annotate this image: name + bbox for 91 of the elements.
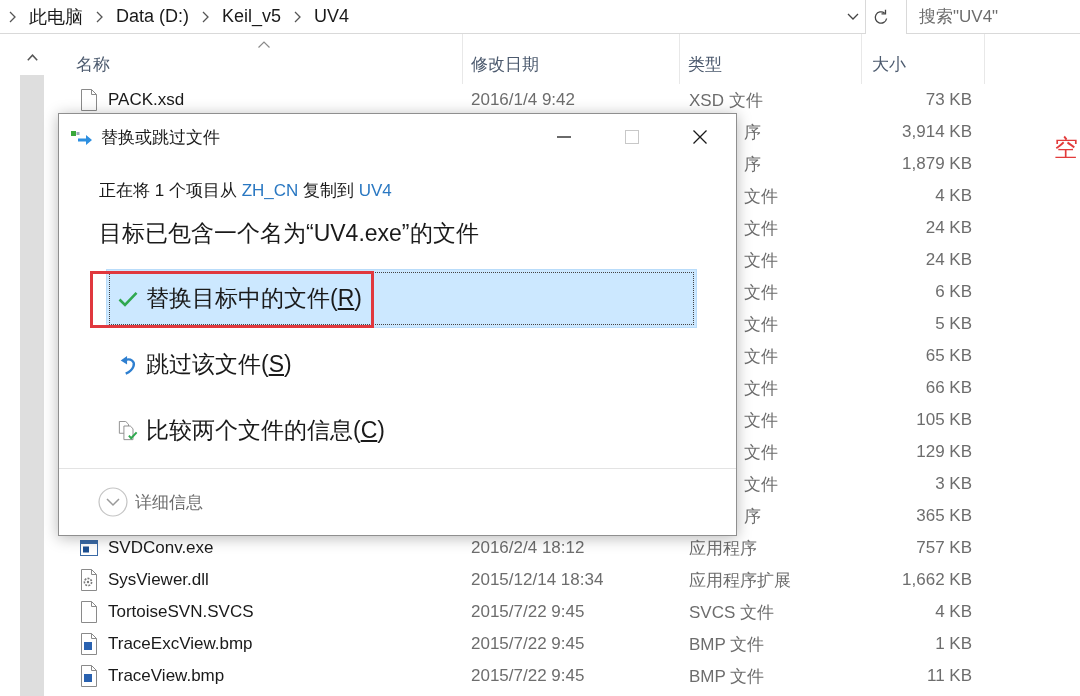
modified-date: 2016/2/4 18:12 (471, 538, 585, 558)
document-icon (80, 601, 98, 623)
file-name: SVDConv.exe (108, 538, 214, 558)
file-size: 66 KB (925, 378, 972, 398)
search-field[interactable]: 搜索"UV4" (906, 0, 1080, 34)
refresh-icon (873, 8, 889, 26)
file-type: 序 (744, 153, 761, 176)
file-size: 1,662 KB (902, 570, 972, 590)
file-type: 文件 (744, 377, 778, 400)
column-header[interactable]: 大小 (862, 34, 985, 84)
breadcrumb-item[interactable]: Data (D:) (113, 4, 192, 29)
breadcrumb-item[interactable]: 此电脑 (26, 2, 86, 31)
file-type: 序 (744, 121, 761, 144)
modified-date: 2015/7/22 9:45 (471, 666, 585, 686)
chevron-right-icon[interactable] (202, 10, 209, 23)
chevron-down-icon (847, 13, 859, 20)
file-size: 757 KB (916, 538, 972, 558)
annotation-text: 空 (1054, 133, 1078, 163)
file-size: 3,914 KB (902, 122, 972, 142)
file-type: 文件 (744, 409, 778, 432)
column-header[interactable]: 名称 (66, 34, 463, 84)
option-button[interactable]: 比较两个文件的信息(C) (106, 401, 697, 460)
column-header[interactable]: 修改日期 (463, 34, 680, 84)
chevron-right-icon[interactable] (294, 10, 302, 23)
chevron-circle-icon (98, 487, 128, 517)
file-type: 文件 (744, 185, 778, 208)
folder-link[interactable]: UV4 (358, 181, 392, 200)
file-type: 文件 (744, 281, 778, 304)
copy-progress-text: 正在将 1 个项目从 ZH_CN 复制到 UV4 (99, 181, 392, 201)
file-type: 文件 (744, 345, 778, 368)
minimize-icon (557, 136, 571, 138)
file-size: 4 KB (935, 602, 972, 622)
chevron-right-icon[interactable] (96, 10, 103, 23)
close-icon (693, 130, 707, 144)
folder-link[interactable]: ZH_CN (241, 181, 299, 200)
file-size: 3 KB (935, 474, 972, 494)
file-size: 73 KB (925, 90, 972, 110)
details-button[interactable]: 详细信息 (98, 487, 203, 517)
program-window-icon (80, 537, 98, 559)
file-type: XSD 文件 (689, 89, 763, 112)
file-name: SysViewer.dll (108, 570, 209, 590)
file-name: TraceView.bmp (108, 666, 225, 686)
file-size: 105 KB (916, 410, 972, 430)
modified-date: 2015/7/22 9:45 (471, 602, 585, 622)
breadcrumb-item[interactable]: UV4 (311, 4, 353, 29)
file-size: 5 KB (935, 314, 972, 334)
file-size: 4 KB (935, 186, 972, 206)
file-type: 文件 (744, 441, 778, 464)
file-name: PACK.xsd (108, 90, 185, 110)
modified-date: 2015/12/14 18:34 (471, 570, 604, 590)
image-document-icon (80, 665, 98, 687)
file-type: 序 (744, 505, 761, 528)
scrollbar-thumb[interactable] (20, 75, 44, 696)
documents-icon (118, 420, 138, 441)
copy-arrow-icon (71, 129, 93, 145)
chevron-right-icon[interactable] (9, 10, 16, 23)
file-size: 1 KB (935, 634, 972, 654)
modified-date: 2016/1/4 9:42 (471, 90, 575, 110)
file-type: 应用程序 (689, 537, 757, 560)
address-bar[interactable]: 此电脑 Data (D:) Keil_v5 UV4 (0, 0, 866, 34)
file-name: TortoiseSVN.SVCS (108, 602, 254, 622)
file-type: 应用程序扩展 (689, 569, 791, 592)
file-type: BMP 文件 (689, 665, 765, 688)
gear-document-icon (80, 569, 98, 591)
file-size: 129 KB (916, 442, 972, 462)
file-size: 65 KB (925, 346, 972, 366)
option-button[interactable]: 跳过该文件(S) (106, 335, 697, 394)
file-type: 文件 (744, 217, 778, 240)
sort-caret-icon (258, 41, 270, 48)
file-size: 1,879 KB (902, 154, 972, 174)
column-header[interactable]: 类型 (680, 34, 862, 84)
modified-date: 2015/7/22 9:45 (471, 634, 585, 654)
caret-up-icon (26, 53, 38, 61)
dialog-title: 替换或跳过文件 (101, 126, 220, 149)
file-size: 6 KB (935, 282, 972, 302)
breadcrumb-item[interactable]: Keil_v5 (219, 4, 285, 29)
dialog-heading: 目标已包含一个名为“UV4.exe”的文件 (99, 219, 479, 247)
document-icon (80, 89, 98, 111)
file-size: 24 KB (925, 250, 972, 270)
file-name: TraceExcView.bmp (108, 634, 253, 654)
file-type: 文件 (744, 313, 778, 336)
maximize-icon (625, 130, 639, 144)
file-size: 365 KB (916, 506, 972, 526)
file-type: 文件 (744, 473, 778, 496)
file-type: BMP 文件 (689, 633, 765, 656)
file-size: 24 KB (925, 218, 972, 238)
file-type: SVCS 文件 (689, 601, 775, 624)
image-document-icon (80, 633, 98, 655)
file-type: 文件 (744, 249, 778, 272)
file-size: 11 KB (926, 666, 972, 686)
curved-arrow-icon (118, 354, 138, 375)
